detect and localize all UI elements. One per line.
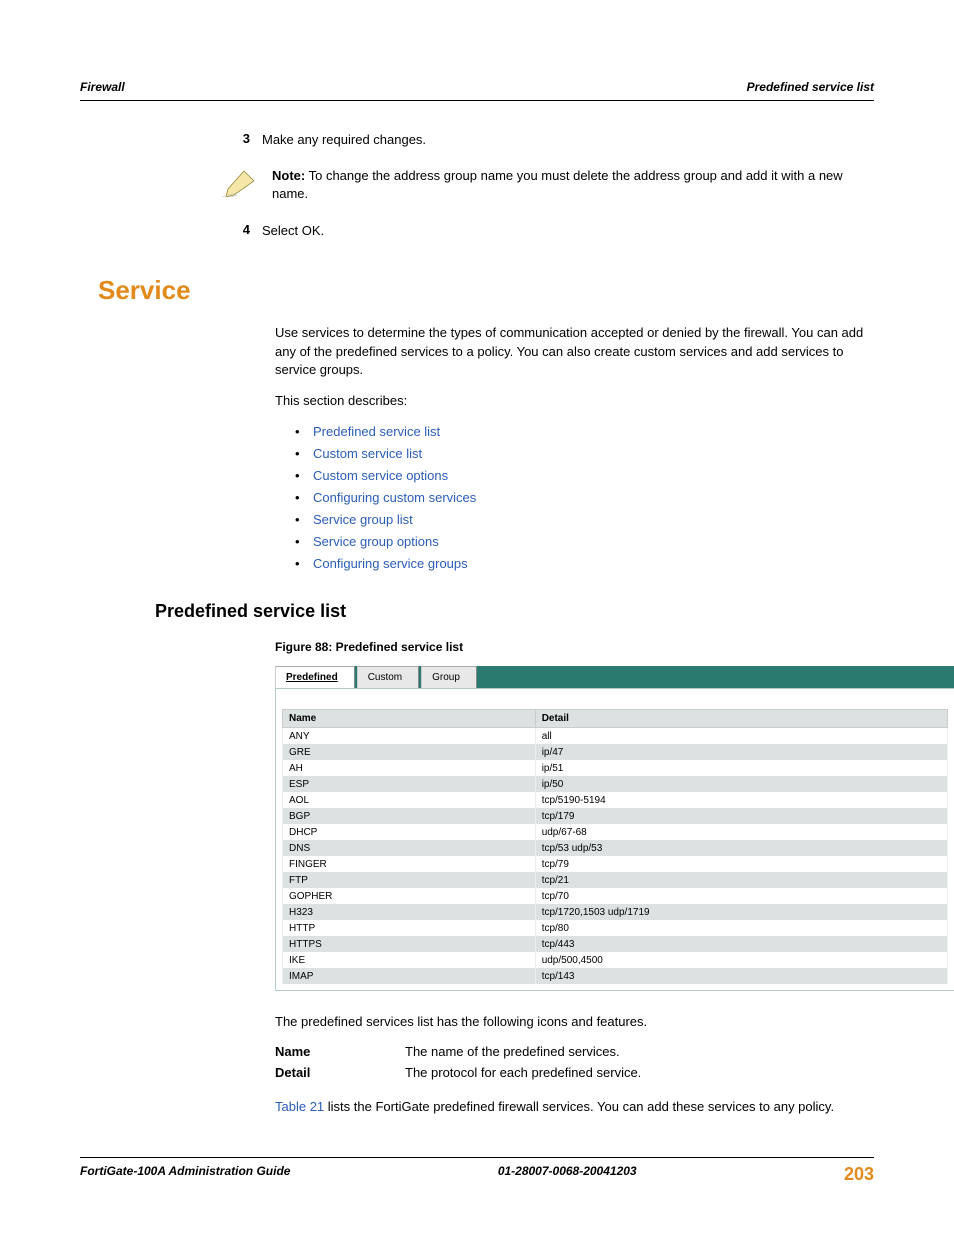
section-heading-service: Service: [98, 275, 874, 306]
cell-detail: all: [535, 728, 947, 745]
cell-detail: tcp/5190-5194: [535, 792, 947, 808]
link-configuring-service-groups[interactable]: Configuring service groups: [313, 556, 468, 571]
after-figure-intro: The predefined services list has the fol…: [275, 1013, 874, 1032]
cell-detail: ip/47: [535, 744, 947, 760]
cell-detail: tcp/1720,1503 udp/1719: [535, 904, 947, 920]
figure-caption: Figure 88: Predefined service list: [275, 640, 874, 654]
link-configuring-custom-services[interactable]: Configuring custom services: [313, 490, 476, 505]
section-link-list: Predefined service list Custom service l…: [295, 424, 874, 571]
cell-detail: udp/67-68: [535, 824, 947, 840]
page-footer: FortiGate-100A Administration Guide 01-2…: [80, 1157, 874, 1185]
table-row: AHip/51: [283, 760, 948, 776]
table-row: DHCPudp/67-68: [283, 824, 948, 840]
footer-page-number: 203: [844, 1164, 874, 1185]
cell-detail: tcp/179: [535, 808, 947, 824]
cell-name: HTTPS: [283, 936, 536, 952]
table-row: ANYall: [283, 728, 948, 745]
cell-detail: tcp/443: [535, 936, 947, 952]
step-text: Select OK.: [262, 222, 874, 240]
cell-name: IMAP: [283, 968, 536, 984]
table-row: IKEudp/500,4500: [283, 952, 948, 968]
table-row: FINGERtcp/79: [283, 856, 948, 872]
header-right: Predefined service list: [747, 80, 874, 94]
tab-group[interactable]: Group: [421, 666, 477, 688]
cell-name: GRE: [283, 744, 536, 760]
subsection-heading: Predefined service list: [155, 601, 874, 622]
footer-mid: 01-28007-0068-20041203: [498, 1164, 637, 1185]
link-service-group-options[interactable]: Service group options: [313, 534, 439, 549]
tabs-bar: Predefined Custom Group: [275, 666, 954, 688]
cell-name: BGP: [283, 808, 536, 824]
cell-name: AH: [283, 760, 536, 776]
header-left: Firewall: [80, 80, 125, 94]
cell-name: HTTP: [283, 920, 536, 936]
table-row: DNStcp/53 udp/53: [283, 840, 948, 856]
table-ref-text: lists the FortiGate predefined firewall …: [324, 1099, 834, 1114]
table-row: GREip/47: [283, 744, 948, 760]
tab-predefined[interactable]: Predefined: [275, 666, 355, 688]
cell-detail: ip/50: [535, 776, 947, 792]
desc-value-name: The name of the predefined services.: [405, 1044, 874, 1059]
note-content: To change the address group name you mus…: [272, 168, 843, 201]
cell-name: IKE: [283, 952, 536, 968]
footer-left: FortiGate-100A Administration Guide: [80, 1164, 290, 1185]
link-predefined-service-list[interactable]: Predefined service list: [313, 424, 440, 439]
page-header: Firewall Predefined service list: [80, 80, 874, 101]
cell-name: FTP: [283, 872, 536, 888]
link-custom-service-list[interactable]: Custom service list: [313, 446, 422, 461]
cell-detail: tcp/70: [535, 888, 947, 904]
desc-value-detail: The protocol for each predefined service…: [405, 1065, 874, 1080]
cell-detail: tcp/143: [535, 968, 947, 984]
link-custom-service-options[interactable]: Custom service options: [313, 468, 448, 483]
step-number: 3: [220, 131, 262, 146]
step-row-4: 4 Select OK.: [220, 222, 874, 240]
link-service-group-list[interactable]: Service group list: [313, 512, 413, 527]
table-ref-link[interactable]: Table 21: [275, 1099, 324, 1114]
step-number: 4: [220, 222, 262, 237]
cell-name: ESP: [283, 776, 536, 792]
col-detail-header: Detail: [535, 710, 947, 728]
cell-name: H323: [283, 904, 536, 920]
cell-detail: ip/51: [535, 760, 947, 776]
cell-detail: tcp/21: [535, 872, 947, 888]
col-name-header: Name: [283, 710, 536, 728]
table-row: IMAPtcp/143: [283, 968, 948, 984]
cell-name: AOL: [283, 792, 536, 808]
cell-name: DHCP: [283, 824, 536, 840]
desc-label-detail: Detail: [275, 1065, 405, 1080]
table-row: GOPHERtcp/70: [283, 888, 948, 904]
table-row: FTPtcp/21: [283, 872, 948, 888]
table-row: BGPtcp/179: [283, 808, 948, 824]
service-table: Name Detail ANYallGREip/47AHip/51ESPip/5…: [282, 709, 948, 984]
desc-table: Name The name of the predefined services…: [275, 1044, 874, 1080]
table-row: H323tcp/1720,1503 udp/1719: [283, 904, 948, 920]
service-para-1: Use services to determine the types of c…: [275, 324, 874, 381]
cell-name: FINGER: [283, 856, 536, 872]
tab-custom[interactable]: Custom: [357, 666, 419, 688]
figure-screenshot: Predefined Custom Group Name Detail ANYa…: [275, 666, 954, 991]
table-ref-para: Table 21 lists the FortiGate predefined …: [275, 1098, 874, 1117]
cell-detail: udp/500,4500: [535, 952, 947, 968]
cell-detail: tcp/53 udp/53: [535, 840, 947, 856]
cell-name: GOPHER: [283, 888, 536, 904]
cell-name: ANY: [283, 728, 536, 745]
note-block: Note: To change the address group name y…: [220, 167, 874, 203]
cell-detail: tcp/80: [535, 920, 947, 936]
table-row: ESPip/50: [283, 776, 948, 792]
table-row: HTTPStcp/443: [283, 936, 948, 952]
table-row: HTTPtcp/80: [283, 920, 948, 936]
note-bold: Note:: [272, 168, 305, 183]
step-row-3: 3 Make any required changes.: [220, 131, 874, 149]
step-text: Make any required changes.: [262, 131, 874, 149]
service-para-2: This section describes:: [275, 392, 874, 411]
cell-name: DNS: [283, 840, 536, 856]
desc-label-name: Name: [275, 1044, 405, 1059]
note-pencil-icon: [220, 167, 260, 197]
note-text: Note: To change the address group name y…: [272, 167, 874, 203]
table-row: AOLtcp/5190-5194: [283, 792, 948, 808]
cell-detail: tcp/79: [535, 856, 947, 872]
